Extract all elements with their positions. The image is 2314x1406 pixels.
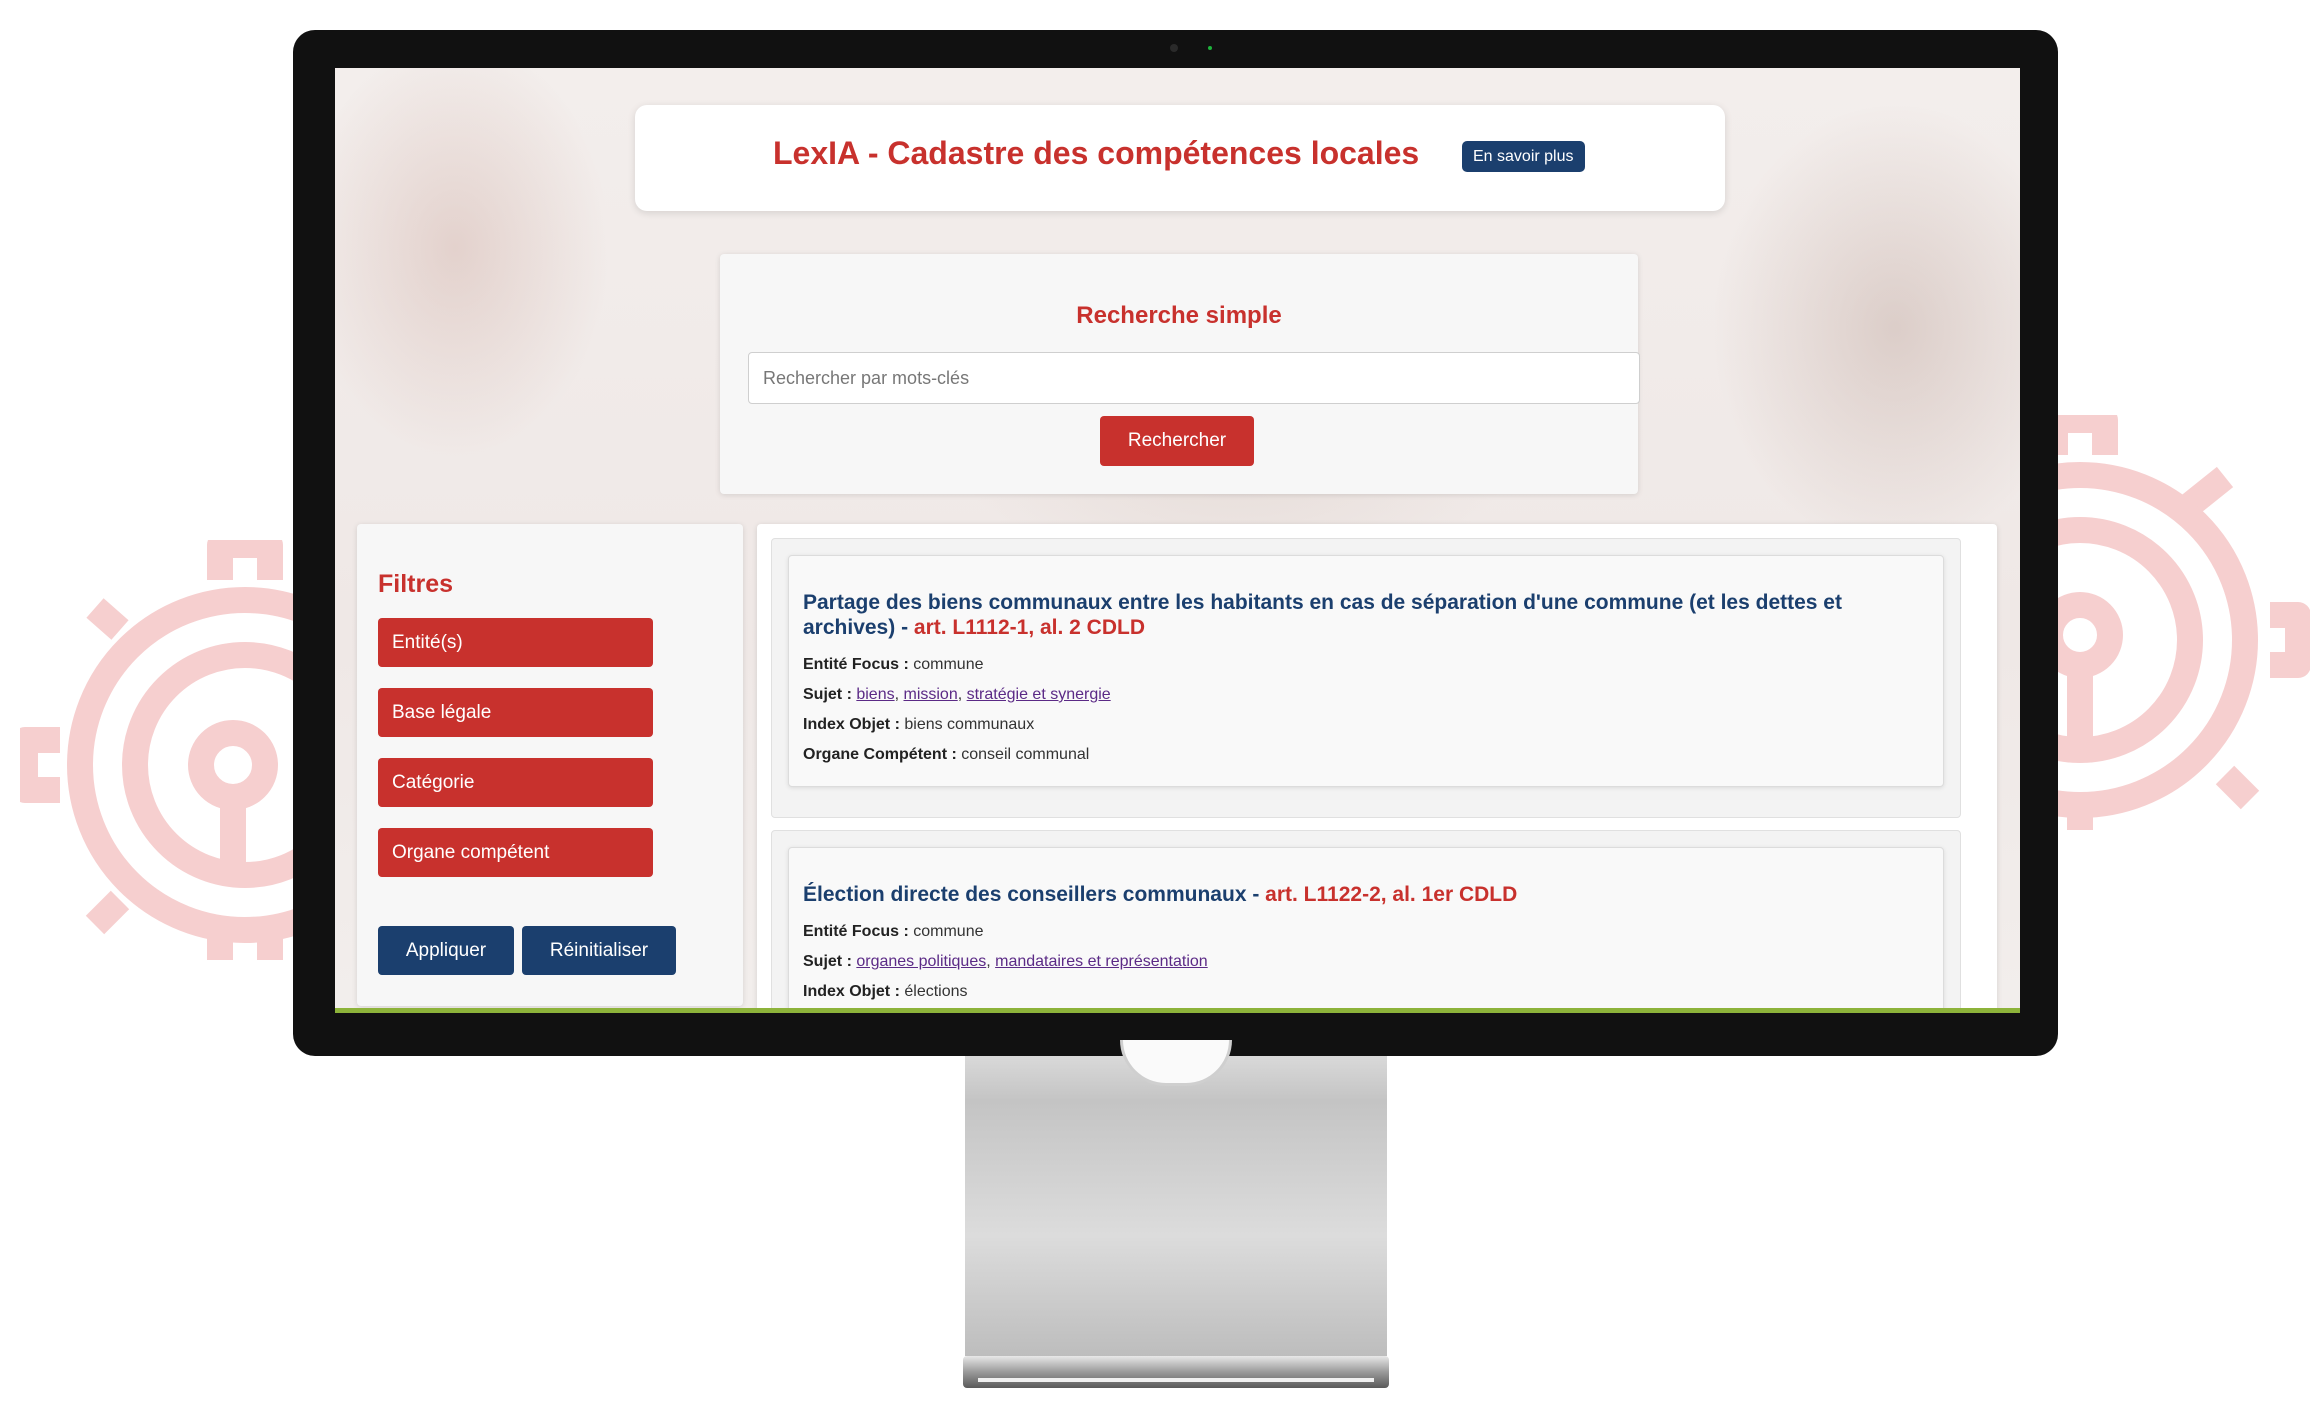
index-value: élections (904, 983, 968, 1000)
filter-legal-basis-button[interactable]: Base légale (378, 688, 653, 737)
result-index: Index Objet : élections (803, 983, 968, 1001)
result-index: Index Objet : biens communaux (803, 716, 1034, 734)
subject-link[interactable]: biens (856, 686, 894, 703)
entity-label: Entité Focus : (803, 656, 909, 673)
list-item: Élection directe des conseillers communa… (771, 830, 1961, 1013)
subject-label: Sujet : (803, 686, 852, 703)
filters-title: Filtres (378, 570, 454, 598)
result-article: art. L1112-1, al. 2 CDLD (913, 616, 1146, 639)
filter-entities-button[interactable]: Entité(s) (378, 618, 653, 667)
entity-label: Entité Focus : (803, 923, 909, 940)
filters-panel: Filtres Entité(s) Base légale Catégorie … (357, 524, 743, 1006)
lightbulb-gear-icon (20, 540, 320, 960)
result-entity: Entité Focus : commune (803, 656, 983, 674)
result-title[interactable]: Partage des biens communaux entre les ha… (803, 590, 1923, 640)
search-title: Recherche simple (1076, 302, 1282, 329)
filter-category-button[interactable]: Catégorie (378, 758, 653, 807)
subject-link[interactable]: stratégie et synergie (967, 686, 1111, 703)
result-organ: Organe Compétent : conseil communal (803, 746, 1089, 764)
result-card: Élection directe des conseillers communa… (788, 847, 1944, 1013)
search-input[interactable] (748, 352, 1640, 404)
organ-label: Organe Compétent : (803, 746, 957, 763)
product-mockup: LexIA - Cadastre des compétences locales… (0, 0, 2314, 1406)
organ-value: conseil communal (961, 746, 1090, 763)
screen: LexIA - Cadastre des compétences locales… (335, 68, 2020, 1013)
result-title-text: Élection directe des conseillers communa… (803, 883, 1247, 906)
index-value: biens communaux (904, 716, 1035, 733)
camera-led-icon (1208, 46, 1212, 50)
result-title-separator: - (895, 616, 914, 639)
subject-link[interactable]: organes politiques (856, 953, 986, 970)
result-subject: Sujet : biens, mission, stratégie et syn… (803, 686, 1111, 703)
reset-button[interactable]: Réinitialiser (522, 926, 676, 975)
subject-link[interactable]: mission (903, 686, 957, 703)
monitor-foot (963, 1356, 1389, 1388)
screen-bottom-bar (335, 1008, 2020, 1013)
monitor-stand (965, 1056, 1387, 1356)
results-panel: Partage des biens communaux entre les ha… (757, 524, 1997, 1013)
subject-label: Sujet : (803, 953, 852, 970)
result-card: Partage des biens communaux entre les ha… (788, 555, 1944, 787)
page-title: LexIA - Cadastre des compétences locales (773, 135, 1420, 171)
index-label: Index Objet : (803, 983, 900, 1000)
result-subject: Sujet : organes politiques, mandataires … (803, 953, 1208, 970)
result-entity: Entité Focus : commune (803, 923, 983, 941)
entity-value: commune (913, 656, 984, 673)
filter-organ-button[interactable]: Organe compétent (378, 828, 653, 877)
learn-more-button[interactable]: En savoir plus (1462, 141, 1585, 172)
index-label: Index Objet : (803, 716, 900, 733)
search-card: Recherche simple Rechercher (720, 254, 1640, 494)
header-card: LexIA - Cadastre des compétences locales… (635, 105, 1725, 211)
apply-button[interactable]: Appliquer (378, 926, 514, 975)
search-button[interactable]: Rechercher (1100, 416, 1254, 466)
entity-value: commune (913, 923, 984, 940)
result-article: art. L1122-2, al. 1er CDLD (1265, 883, 1518, 906)
subject-link[interactable]: mandataires et représentation (995, 953, 1208, 970)
result-title-separator: - (1246, 883, 1266, 906)
result-title[interactable]: Élection directe des conseillers communa… (803, 882, 1923, 907)
list-item: Partage des biens communaux entre les ha… (771, 538, 1961, 818)
camera-icon (1170, 44, 1178, 52)
monitor-foot-highlight (978, 1378, 1374, 1382)
